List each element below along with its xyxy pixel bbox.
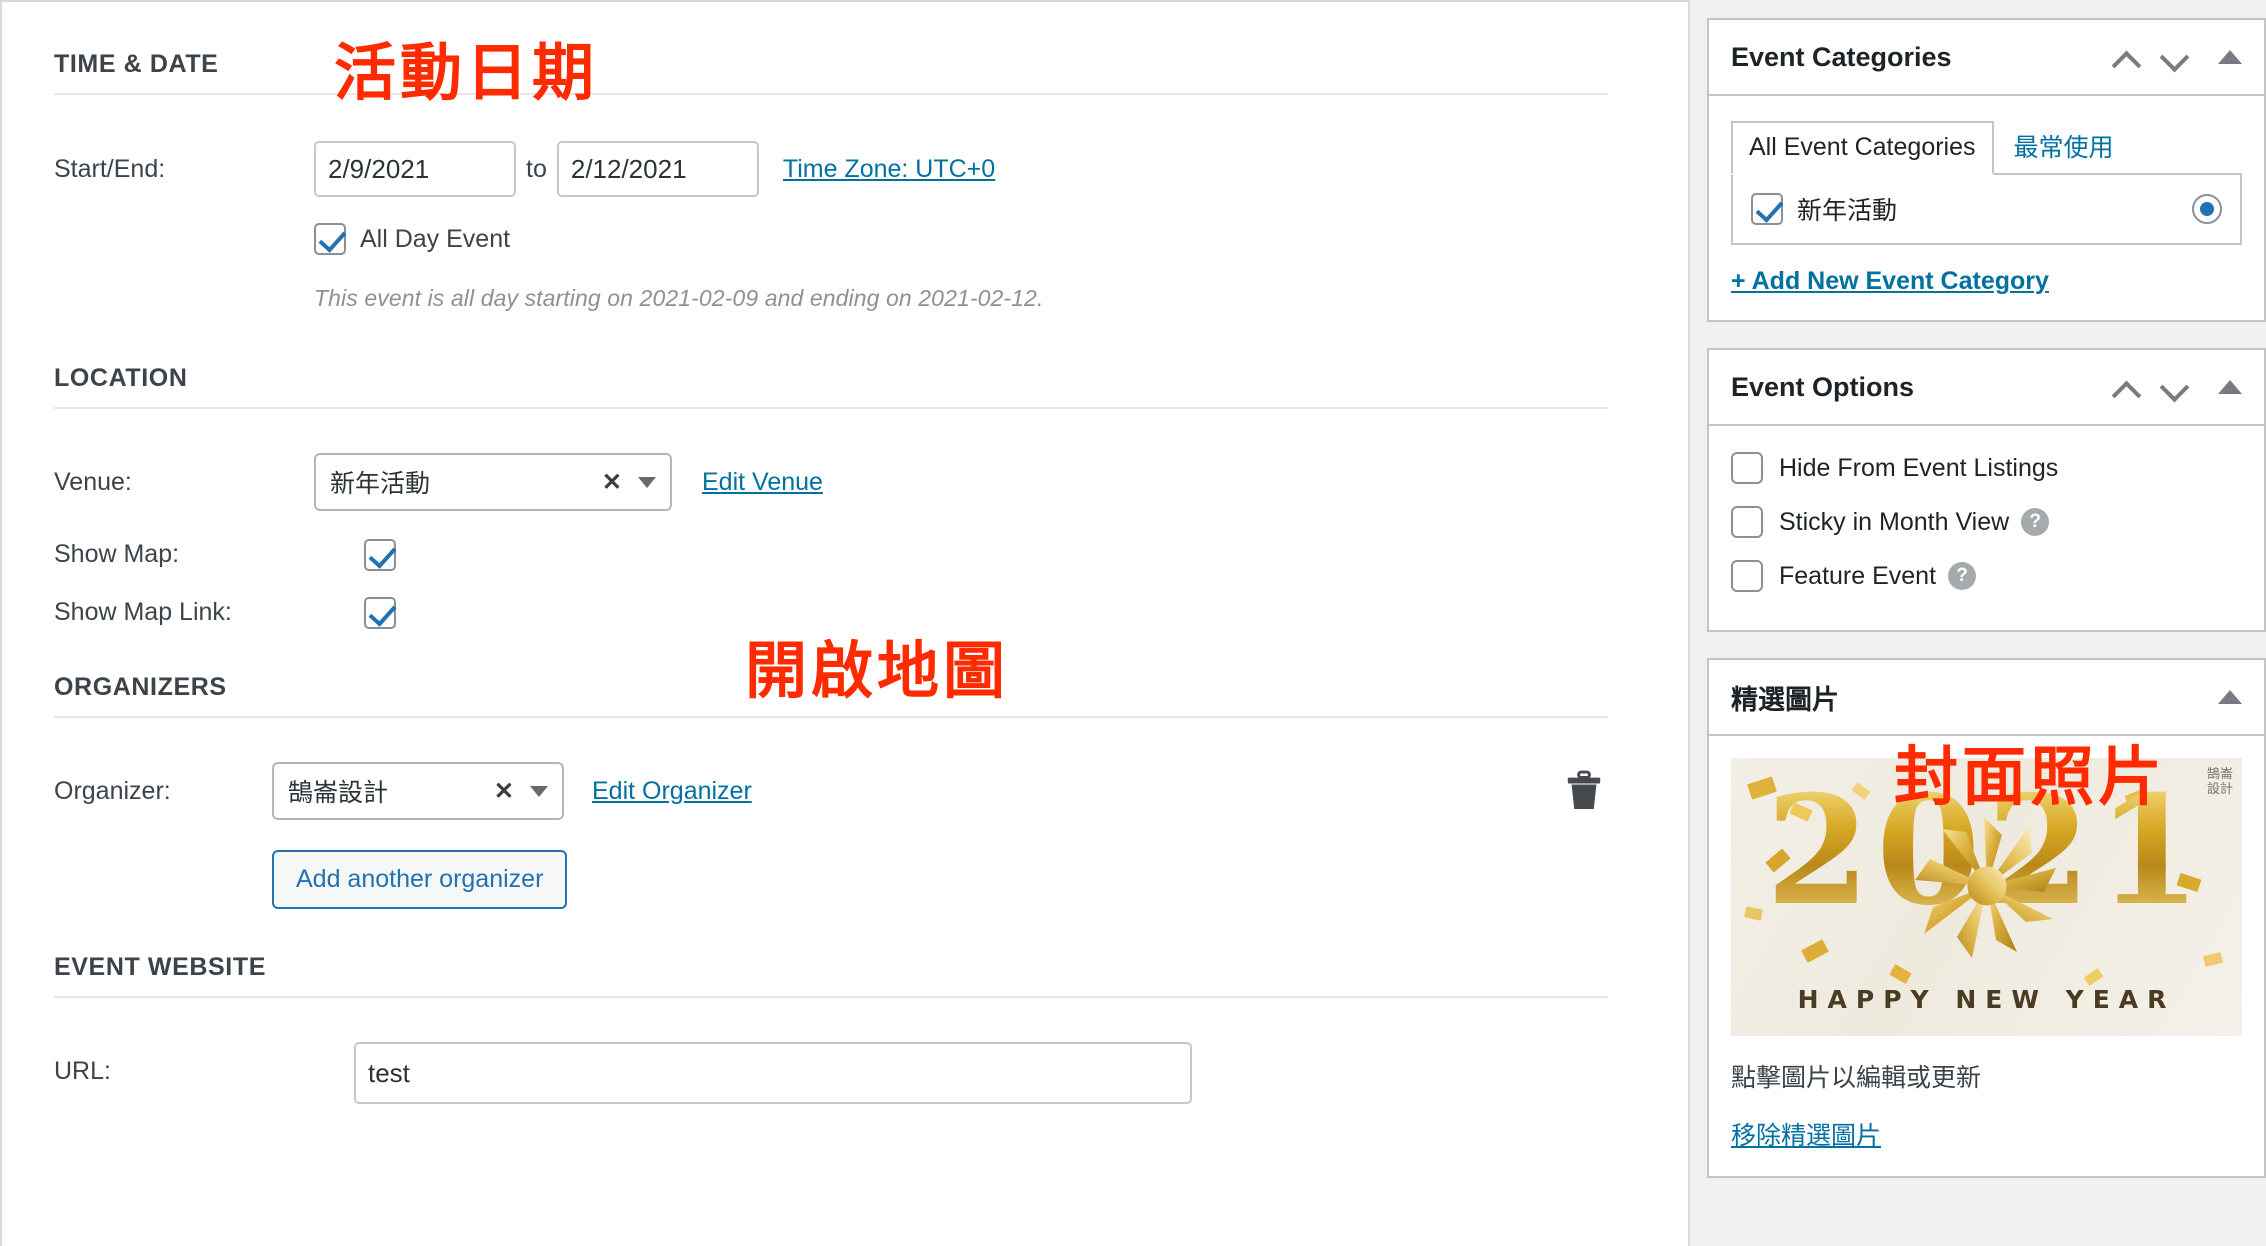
divider <box>54 996 1608 998</box>
panel-header-event-categories: Event Categories <box>1709 20 2264 96</box>
url-row: URL: <box>54 1042 1636 1104</box>
url-label: URL: <box>54 1057 111 1085</box>
edit-venue-link[interactable]: Edit Venue <box>702 468 823 497</box>
tab-all-event-categories[interactable]: All Event Categories <box>1731 121 1994 175</box>
feature-event-label: Feature Event <box>1779 561 1937 590</box>
sticky-in-month-view-label: Sticky in Month View <box>1779 507 2010 536</box>
venue-selected-value: 新年活動 <box>330 470 431 498</box>
show-map-label: Show Map: <box>54 540 180 568</box>
show-map-link-checkbox[interactable] <box>364 597 396 629</box>
option-row-sticky-month-view[interactable]: Sticky in Month View ? <box>1731 506 2242 538</box>
primary-category-radio[interactable] <box>2192 194 2222 224</box>
organizer-select[interactable]: 鵠崙設計 ✕ <box>272 762 564 820</box>
feature-event-checkbox[interactable] <box>1731 560 1763 592</box>
add-another-organizer-button[interactable]: Add another organizer <box>272 850 568 909</box>
venue-row: Venue: 新年活動 ✕ Edit Venue <box>54 453 1636 511</box>
featured-image-caption: 點擊圖片以編輯或更新 <box>1731 1064 1982 1092</box>
image-watermark: 鵠崙設計 <box>2206 767 2233 797</box>
panel-featured-image: 精選圖片 2021 HAPPY NEW YEAR 鵠崙設計 點擊圖片以編輯或更新… <box>1707 658 2266 1178</box>
chevron-down-icon[interactable] <box>638 476 656 488</box>
category-checkbox-new-year[interactable] <box>1751 193 1783 225</box>
venue-clear-icon[interactable]: ✕ <box>602 468 622 497</box>
all-day-event-row[interactable]: All Day Event <box>314 223 1636 255</box>
remove-featured-image-link[interactable]: 移除精選圖片 <box>1731 1116 1881 1152</box>
organizer-selected-value: 鵠崙設計 <box>288 779 389 807</box>
panel-event-options: Event Options Hide From Event Listings S… <box>1707 348 2266 632</box>
triangle-up-icon[interactable] <box>2218 50 2242 64</box>
featured-image-thumbnail[interactable]: 2021 HAPPY NEW YEAR 鵠崙設計 <box>1731 758 2242 1036</box>
chevron-down-icon[interactable] <box>2162 378 2188 396</box>
help-icon[interactable]: ? <box>1948 562 1977 590</box>
hide-from-event-listings-checkbox[interactable] <box>1731 452 1763 484</box>
category-list: 新年活動 <box>1731 173 2242 245</box>
divider <box>54 716 1608 718</box>
tab-most-used[interactable]: 最常使用 <box>1994 118 2130 175</box>
gift-bow-icon <box>1914 816 2056 958</box>
section-heading-event-website: EVENT WEBSITE <box>54 953 266 981</box>
chevron-up-icon[interactable] <box>2114 48 2140 66</box>
end-date-input[interactable] <box>556 141 759 197</box>
time-zone-link[interactable]: Time Zone: UTC+0 <box>783 155 995 184</box>
all-day-event-label: All Day Event <box>360 224 511 253</box>
panel-event-categories: Event Categories All Event Categories 最常… <box>1707 18 2266 322</box>
option-row-hide-from-listings[interactable]: Hide From Event Listings <box>1731 452 2242 484</box>
sticky-in-month-view-checkbox[interactable] <box>1731 506 1763 538</box>
divider <box>54 407 1608 409</box>
category-label-new-year: 新年活動 <box>1797 197 1898 225</box>
all-day-helper-text: This event is all day starting on 2021-0… <box>314 285 1044 311</box>
organizer-clear-icon[interactable]: ✕ <box>494 777 514 806</box>
triangle-up-icon[interactable] <box>2218 380 2242 394</box>
panel-title-event-categories: Event Categories <box>1731 41 1952 72</box>
chevron-down-icon[interactable] <box>2162 48 2188 66</box>
divider <box>54 93 1608 95</box>
hide-from-event-listings-label: Hide From Event Listings <box>1779 453 2059 482</box>
to-separator-label: to <box>526 155 547 183</box>
triangle-up-icon[interactable] <box>2218 690 2242 704</box>
edit-organizer-link[interactable]: Edit Organizer <box>592 777 752 806</box>
panel-header-event-options: Event Options <box>1709 350 2264 426</box>
category-tabs: All Event Categories 最常使用 <box>1731 116 2242 175</box>
trash-icon[interactable] <box>1566 770 1602 812</box>
venue-label: Venue: <box>54 468 132 496</box>
add-organizer-row: Add another organizer <box>54 850 1636 909</box>
event-sidebar: Event Categories All Event Categories 最常… <box>1707 0 2266 1246</box>
start-date-input[interactable] <box>314 141 516 197</box>
show-map-row: Show Map: <box>54 539 1636 571</box>
featured-image-greeting: HAPPY NEW YEAR <box>1797 985 2176 1014</box>
all-day-event-checkbox[interactable] <box>314 223 346 255</box>
section-heading-organizers: ORGANIZERS <box>54 673 227 701</box>
event-details-main-column: TIME & DATE Start/End: to Time Zone: UTC… <box>0 0 1690 1246</box>
panel-header-featured-image: 精選圖片 <box>1709 660 2264 736</box>
show-map-link-row: Show Map Link: <box>54 597 1636 629</box>
panel-title-featured-image: 精選圖片 <box>1731 684 1839 715</box>
url-input[interactable] <box>354 1042 1192 1104</box>
start-end-row: Start/End: to Time Zone: UTC+0 All Day E… <box>54 141 1636 312</box>
event-editor-screen: TIME & DATE Start/End: to Time Zone: UTC… <box>0 0 2266 1246</box>
add-new-event-category-link[interactable]: + Add New Event Category <box>1731 267 2049 296</box>
venue-select[interactable]: 新年活動 ✕ <box>314 453 672 511</box>
show-map-checkbox[interactable] <box>364 539 396 571</box>
show-map-link-label: Show Map Link: <box>54 598 232 626</box>
chevron-up-icon[interactable] <box>2114 378 2140 396</box>
section-heading-time-date: TIME & DATE <box>54 50 219 78</box>
organizer-row: Organizer: 鵠崙設計 ✕ Edit Organizer <box>54 762 1636 820</box>
section-heading-location: LOCATION <box>54 364 188 392</box>
panel-title-event-options: Event Options <box>1731 371 1915 402</box>
help-icon[interactable]: ? <box>2021 508 2050 536</box>
option-row-feature-event[interactable]: Feature Event ? <box>1731 560 2242 592</box>
chevron-down-icon[interactable] <box>530 785 548 797</box>
start-end-label: Start/End: <box>54 155 166 183</box>
